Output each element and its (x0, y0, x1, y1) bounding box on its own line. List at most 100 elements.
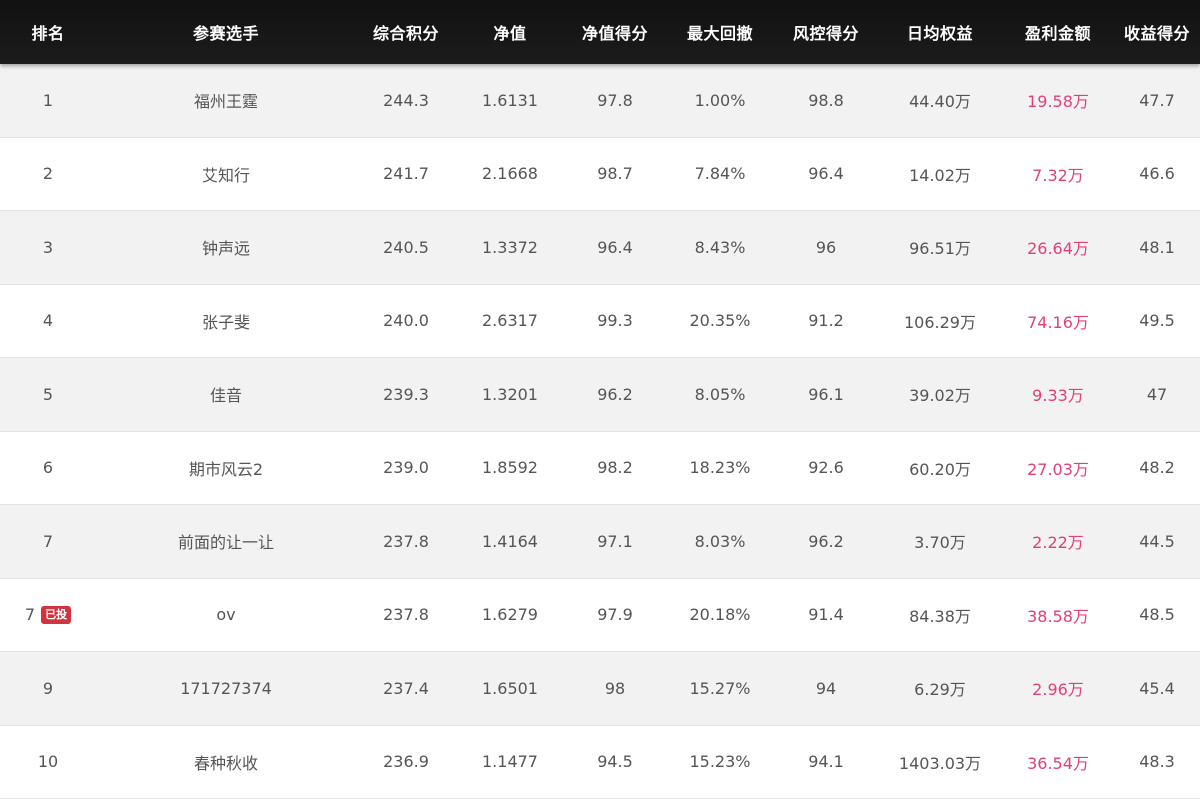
header-rank[interactable]: 排名 (0, 0, 96, 64)
score-cell: 239.3 (356, 358, 456, 431)
max-drawdown-cell: 8.03% (666, 505, 774, 578)
daily-equity-cell-text: 14.02万 (909, 165, 971, 185)
return-score-cell-text: 48.5 (1139, 605, 1175, 625)
return-score-cell: 48.3 (1114, 726, 1200, 799)
return-score-cell: 47.7 (1114, 64, 1200, 137)
score-cell: 237.8 (356, 505, 456, 578)
score-cell-text: 240.5 (383, 237, 429, 257)
header-nav[interactable]: 净值 (456, 0, 564, 64)
table-row[interactable]: 2 艾知行 241.7 2.1668 98.7 7.84% 96.4 14.02万 7.32万 4… (0, 137, 1200, 211)
daily-equity-cell: 106.29万 (878, 285, 1002, 358)
player-cell[interactable]: 钟声远 (96, 211, 356, 284)
max-drawdown-cell: 20.18% (666, 579, 774, 652)
player-cell[interactable]: ov (96, 579, 356, 652)
table-row[interactable]: 4 张子斐 240.0 2.6317 99.3 20.35% 91.2 106.29万 74.1… (0, 284, 1200, 358)
profit-cell: 74.16万 (1002, 285, 1114, 358)
risk-score-cell: 98.8 (774, 64, 878, 137)
table-row[interactable]: 9 171727374 237.4 1.6501 98 15.27% 94 6.29万 2.96… (0, 652, 1200, 726)
risk-score-cell-text: 96.4 (808, 164, 844, 184)
max-drawdown-cell-text: 18.23% (689, 458, 751, 478)
player-cell[interactable]: 前面的让一让 (96, 505, 356, 578)
table-row[interactable]: 7 前面的让一让 237.8 1.4164 97.1 8.03% 96.2 3.70万 2.22… (0, 505, 1200, 579)
player-cell[interactable]: 艾知行 (96, 138, 356, 211)
daily-equity-cell-text: 3.70万 (914, 533, 966, 553)
return-score-cell-text: 44.5 (1139, 531, 1175, 551)
rank-cell: 7 已投 (0, 579, 96, 652)
rank-cell-text: 1 (42, 90, 54, 110)
return-score-cell-text: 48.2 (1139, 458, 1175, 478)
daily-equity-cell: 14.02万 (878, 138, 1002, 211)
header-daily-equity[interactable]: 日均权益 (878, 0, 1002, 64)
nav-cell-text: 2.1668 (482, 164, 538, 184)
risk-score-cell-text: 94.1 (808, 752, 844, 772)
header-risk-score[interactable]: 风控得分 (774, 0, 878, 64)
table-row[interactable]: 10 春种秋收 236.9 1.1477 94.5 15.23% 94.1 1403.03万 3… (0, 725, 1200, 799)
rank-cell: 6 (0, 432, 96, 505)
player-cell[interactable]: 张子斐 (96, 285, 356, 358)
return-score-cell-text: 47 (1146, 384, 1168, 404)
daily-equity-cell: 60.20万 (878, 432, 1002, 505)
table-row[interactable]: 6 期市风云2 239.0 1.8592 98.2 18.23% 92.6 60.20万 27.… (0, 431, 1200, 505)
table-row[interactable]: 7 已投 ov 237.8 1.6279 97.9 20.18% 91.4 84.38万 38.5… (0, 578, 1200, 652)
profit-cell-text: 38.58万 (1027, 606, 1089, 626)
nav-cell-text: 1.4164 (482, 531, 538, 551)
profit-cell: 38.58万 (1002, 579, 1114, 652)
score-cell: 241.7 (356, 138, 456, 211)
profit-cell-text: 27.03万 (1027, 459, 1089, 479)
rank-cell: 2 (0, 138, 96, 211)
player-cell[interactable]: 佳音 (96, 358, 356, 431)
header-nav-score[interactable]: 净值得分 (564, 0, 666, 64)
table-row[interactable]: 3 钟声远 240.5 1.3372 96.4 8.43% 96 96.51万 26.64万 48… (0, 211, 1200, 285)
nav-score-cell: 98.2 (564, 432, 666, 505)
nav-cell-text: 1.3372 (482, 237, 538, 257)
header-max-drawdown[interactable]: 最大回撤 (666, 0, 774, 64)
nav-cell: 1.6131 (456, 64, 564, 137)
profit-cell-text: 36.54万 (1027, 753, 1089, 773)
return-score-cell-text: 48.3 (1139, 752, 1175, 772)
score-cell-text: 241.7 (383, 164, 429, 184)
daily-equity-cell: 39.02万 (878, 358, 1002, 431)
player-cell[interactable]: 171727374 (96, 652, 356, 725)
risk-score-cell: 96.2 (774, 505, 878, 578)
return-score-cell: 45.4 (1114, 652, 1200, 725)
max-drawdown-cell-text: 8.03% (694, 531, 746, 551)
profit-cell: 36.54万 (1002, 726, 1114, 799)
header-profit[interactable]: 盈利金额 (1002, 0, 1114, 64)
score-cell: 236.9 (356, 726, 456, 799)
nav-cell: 1.6501 (456, 652, 564, 725)
nav-score-cell-text: 97.9 (597, 605, 633, 625)
player-cell[interactable]: 春种秋收 (96, 726, 356, 799)
nav-score-cell: 96.4 (564, 211, 666, 284)
header-return-score[interactable]: 收益得分 (1114, 0, 1200, 64)
score-cell-text: 236.9 (383, 752, 429, 772)
nav-score-cell: 97.8 (564, 64, 666, 137)
player-cell-text: ov (216, 605, 236, 625)
risk-score-cell-text: 96 (815, 237, 837, 257)
score-cell-text: 239.3 (383, 384, 429, 404)
nav-score-cell: 94.5 (564, 726, 666, 799)
rank-cell: 10 (0, 726, 96, 799)
score-cell-text: 237.4 (383, 678, 429, 698)
nav-score-cell-text: 96.2 (597, 384, 633, 404)
player-cell[interactable]: 福州王霆 (96, 64, 356, 137)
player-cell[interactable]: 期市风云2 (96, 432, 356, 505)
daily-equity-cell: 1403.03万 (878, 726, 1002, 799)
daily-equity-cell: 3.70万 (878, 505, 1002, 578)
header-player[interactable]: 参赛选手 (96, 0, 356, 64)
risk-score-cell: 94.1 (774, 726, 878, 799)
player-cell-text: 福州王霆 (193, 92, 258, 112)
nav-score-cell-text: 97.8 (597, 90, 633, 110)
daily-equity-cell-text: 44.40万 (909, 92, 971, 112)
rank-cell-text: 5 (42, 384, 54, 404)
profit-cell-text: 19.58万 (1027, 92, 1089, 112)
status-badge: 已投 (41, 605, 72, 624)
table-row[interactable]: 5 佳音 239.3 1.3201 96.2 8.05% 96.1 39.02万 9.33万 47 (0, 358, 1200, 432)
risk-score-cell: 94 (774, 652, 878, 725)
table-row[interactable]: 1 福州王霆 244.3 1.6131 97.8 1.00% 98.8 44.40万 19.58… (0, 64, 1200, 138)
return-score-cell-text: 49.5 (1139, 311, 1175, 331)
risk-score-cell-text: 91.2 (808, 311, 844, 331)
daily-equity-cell: 6.29万 (878, 652, 1002, 725)
header-score[interactable]: 综合积分 (356, 0, 456, 64)
risk-score-cell: 96.1 (774, 358, 878, 431)
nav-cell: 2.1668 (456, 138, 564, 211)
